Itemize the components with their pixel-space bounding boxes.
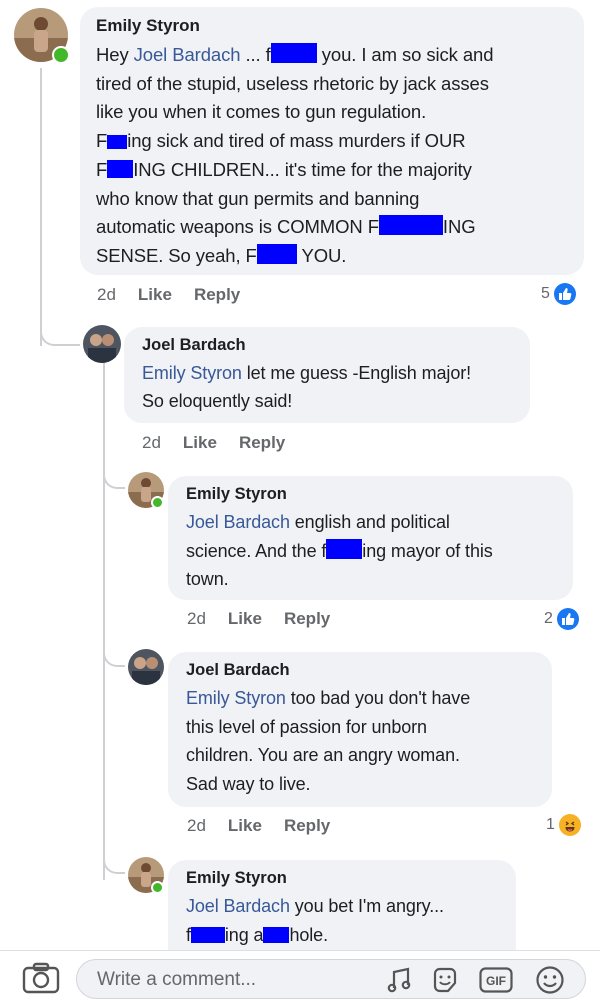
mention-link[interactable]: Emily Styron bbox=[142, 363, 242, 383]
online-status-dot bbox=[151, 881, 164, 894]
reply-button[interactable]: Reply bbox=[194, 285, 240, 305]
comment-bubble[interactable]: Joel Bardach Emily Styron let me guess -… bbox=[124, 327, 530, 423]
emoji-icon[interactable] bbox=[535, 965, 565, 1000]
comment-timestamp[interactable]: 2d bbox=[142, 433, 161, 453]
comment-actions: 2d Like Reply bbox=[187, 816, 330, 836]
comment-bubble[interactable]: Emily Styron Hey Joel Bardach ... f you.… bbox=[80, 7, 584, 275]
svg-text:GIF: GIF bbox=[486, 974, 506, 988]
redaction-mark bbox=[263, 926, 290, 943]
thread-line-reply-1 bbox=[103, 362, 105, 880]
comment-author[interactable]: Emily Styron bbox=[186, 869, 498, 888]
mention-link[interactable]: Joel Bardach bbox=[134, 44, 241, 65]
like-button[interactable]: Like bbox=[138, 285, 172, 305]
emoji-sticker-icon[interactable] bbox=[431, 966, 459, 999]
comment-input-placeholder: Write a comment... bbox=[97, 969, 257, 990]
comment-text: Hey Joel Bardach ... f you. I am so sick… bbox=[96, 43, 494, 266]
reaction-count: 5 bbox=[541, 285, 550, 302]
thread-elbow-reply-1 bbox=[40, 318, 80, 346]
mention-link[interactable]: Joel Bardach bbox=[186, 896, 290, 916]
online-status-dot bbox=[151, 496, 164, 509]
comment-bubble[interactable]: Joel Bardach Emily Styron too bad you do… bbox=[168, 652, 552, 807]
reaction-summary[interactable]: 5 bbox=[541, 283, 576, 305]
redaction-mark bbox=[256, 243, 297, 264]
comment-author[interactable]: Joel Bardach bbox=[186, 661, 534, 680]
comment-text: Joel Bardach english and political scien… bbox=[186, 512, 493, 589]
redaction-mark bbox=[107, 135, 128, 150]
mention-link[interactable]: Emily Styron bbox=[186, 688, 286, 708]
comment-author[interactable]: Joel Bardach bbox=[142, 336, 512, 355]
like-icon bbox=[553, 283, 576, 305]
redaction-mark bbox=[378, 215, 443, 236]
comment-text: Emily Styron too bad you don't have this… bbox=[186, 688, 471, 794]
comment-input[interactable]: Write a comment... GIF bbox=[76, 959, 586, 999]
comment-actions: 2d Like Reply bbox=[97, 285, 240, 305]
thread-elbow-reply-2 bbox=[103, 465, 125, 489]
comment-timestamp[interactable]: 2d bbox=[187, 609, 206, 629]
redaction-mark bbox=[270, 43, 317, 63]
comment-text: Joel Bardach you bet I'm angry... f ing a… bbox=[186, 896, 444, 945]
avatar[interactable] bbox=[128, 649, 164, 685]
thread-line-main bbox=[40, 68, 42, 346]
redaction-mark bbox=[107, 159, 134, 178]
comment-timestamp[interactable]: 2d bbox=[187, 816, 206, 836]
gif-icon[interactable]: GIF bbox=[479, 967, 513, 998]
comment-author[interactable]: Emily Styron bbox=[96, 16, 568, 36]
mention-link[interactable]: Joel Bardach bbox=[186, 512, 290, 532]
comment-author[interactable]: Emily Styron bbox=[186, 485, 555, 504]
reaction-count: 1 bbox=[546, 816, 555, 833]
redaction-mark bbox=[190, 926, 225, 943]
thread-elbow-reply-3 bbox=[103, 643, 125, 667]
reply-button[interactable]: Reply bbox=[239, 433, 285, 453]
like-icon bbox=[556, 608, 579, 630]
like-button[interactable]: Like bbox=[183, 433, 217, 453]
sticker-icon[interactable] bbox=[387, 966, 413, 999]
reaction-summary[interactable]: 1 bbox=[546, 814, 581, 836]
thread-elbow-reply-4 bbox=[103, 850, 125, 874]
reply-button[interactable]: Reply bbox=[284, 816, 330, 836]
comment-composer: Write a comment... GIF bbox=[0, 950, 600, 1003]
camera-icon[interactable] bbox=[22, 962, 60, 999]
avatar-photo bbox=[83, 325, 121, 363]
like-button[interactable]: Like bbox=[228, 816, 262, 836]
like-button[interactable]: Like bbox=[228, 609, 262, 629]
comment-bubble[interactable]: Emily Styron Joel Bardach english and po… bbox=[168, 476, 573, 600]
redaction-mark bbox=[326, 538, 363, 559]
comment-text: Emily Styron let me guess -English major… bbox=[142, 363, 472, 411]
reaction-summary[interactable]: 2 bbox=[544, 608, 579, 630]
comment-actions: 2d Like Reply bbox=[142, 433, 285, 453]
comment-actions: 2d Like Reply bbox=[187, 609, 330, 629]
reaction-count: 2 bbox=[544, 610, 553, 627]
online-status-dot bbox=[52, 46, 70, 64]
haha-icon bbox=[558, 814, 581, 836]
avatar-photo bbox=[128, 649, 164, 685]
comment-timestamp[interactable]: 2d bbox=[97, 285, 116, 305]
reply-button[interactable]: Reply bbox=[284, 609, 330, 629]
avatar[interactable] bbox=[83, 325, 121, 363]
